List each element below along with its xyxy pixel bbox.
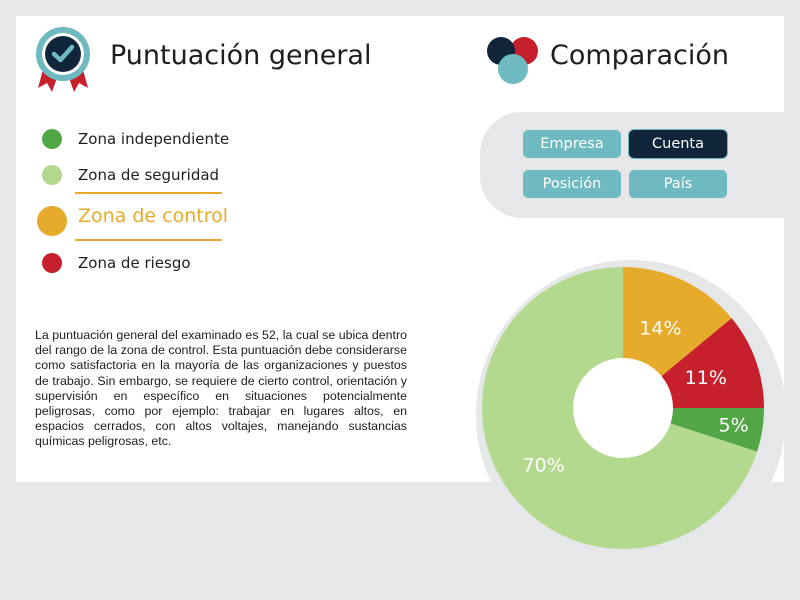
donut-hole <box>573 358 673 458</box>
pie-label-2: 5% <box>719 415 749 437</box>
pie-label-1: 11% <box>685 367 727 389</box>
pie-label-0: 14% <box>639 317 681 339</box>
pie-label-3: 70% <box>523 455 565 477</box>
comparison-donut-chart: 14% 11% 5% 70% <box>482 267 764 549</box>
